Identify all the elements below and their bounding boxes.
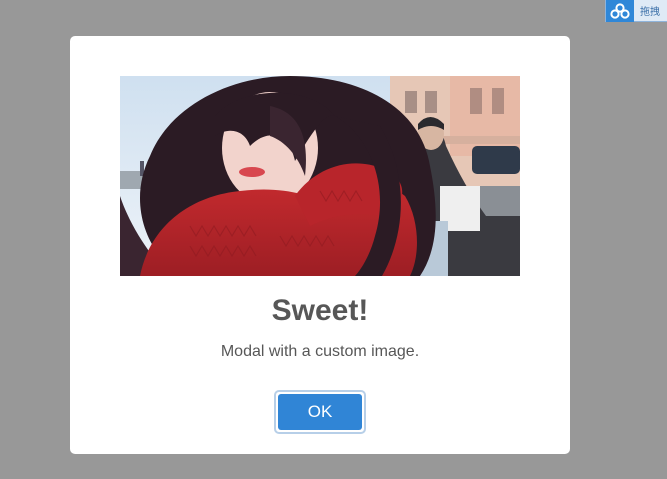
corner-widget-label[interactable]: 拖拽 bbox=[634, 3, 660, 18]
custom-modal-image bbox=[120, 76, 520, 276]
modal-dialog: Sweet! Modal with a custom image. OK bbox=[70, 36, 570, 454]
corner-widget[interactable]: 拖拽 bbox=[605, 0, 667, 22]
ok-button[interactable]: OK bbox=[274, 390, 366, 434]
cloud-share-icon[interactable] bbox=[606, 0, 634, 22]
modal-title: Sweet! bbox=[271, 294, 369, 327]
modal-message: Modal with a custom image. bbox=[220, 343, 420, 360]
ok-button-label: OK bbox=[278, 394, 362, 430]
